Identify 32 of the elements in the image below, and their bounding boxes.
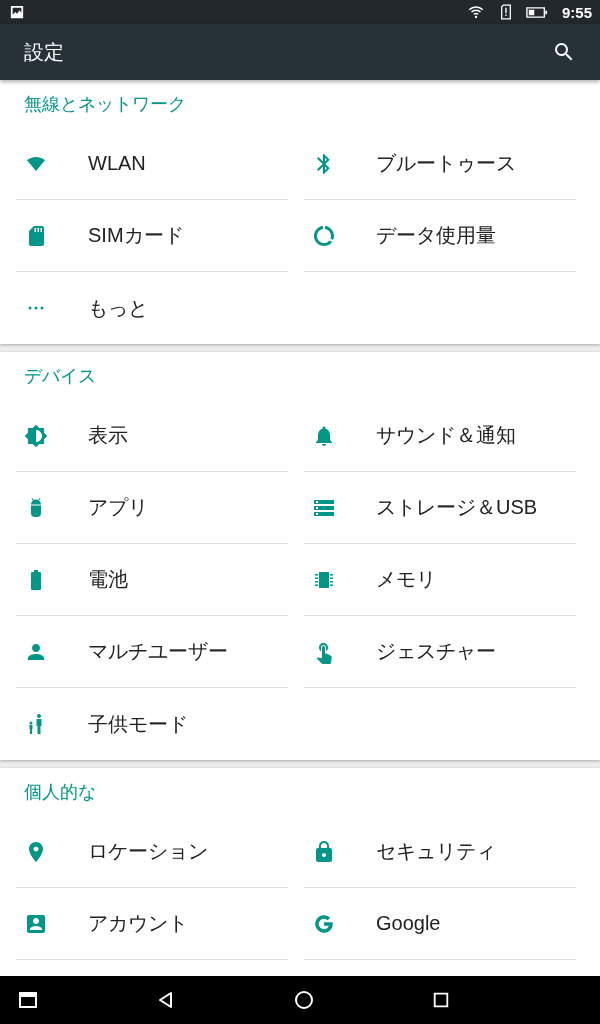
screen-title: 設定 xyxy=(24,39,65,65)
settings-item[interactable]: ロケーション xyxy=(16,816,288,888)
settings-item[interactable]: アカウント xyxy=(16,888,288,960)
image-notification-icon xyxy=(10,5,24,19)
settings-item[interactable]: ストレージ＆USB xyxy=(304,472,576,544)
settings-item[interactable]: アプリ xyxy=(16,472,288,544)
sim-alert-icon xyxy=(499,4,512,20)
settings-item[interactable]: ブルートゥース xyxy=(304,128,576,200)
settings-item[interactable]: 表示 xyxy=(16,400,288,472)
section-header: 個人的な xyxy=(23,781,97,804)
settings-item[interactable]: データ使用量 xyxy=(304,200,576,272)
settings-item[interactable]: 電池 xyxy=(16,544,288,616)
settings-item[interactable]: マルチユーザー xyxy=(16,616,288,688)
settings-item[interactable]: もっと xyxy=(16,272,288,344)
section-header: デバイス xyxy=(23,365,97,388)
settings-item[interactable]: ジェスチャー xyxy=(304,616,576,688)
clock-time: 9:55 xyxy=(561,3,592,21)
settings-item[interactable]: WLAN xyxy=(16,128,288,200)
settings-item[interactable]: SIMカード xyxy=(16,200,288,272)
home-icon xyxy=(294,990,314,1010)
settings-item[interactable]: メモリ xyxy=(304,544,576,616)
recents-icon xyxy=(432,991,450,1009)
battery-icon xyxy=(525,6,548,18)
settings-item[interactable]: セキュリティ xyxy=(304,816,576,888)
settings-item[interactable]: 子供モード xyxy=(16,688,288,760)
settings-item[interactable]: Google xyxy=(304,888,576,960)
window-icon xyxy=(18,990,38,1010)
more-icon xyxy=(28,306,44,310)
section-header: 無線とネットワーク xyxy=(23,93,187,116)
settings-item[interactable]: サウンド＆通知 xyxy=(304,400,576,472)
data-usage-icon xyxy=(312,223,336,248)
brightness-icon xyxy=(24,423,48,448)
